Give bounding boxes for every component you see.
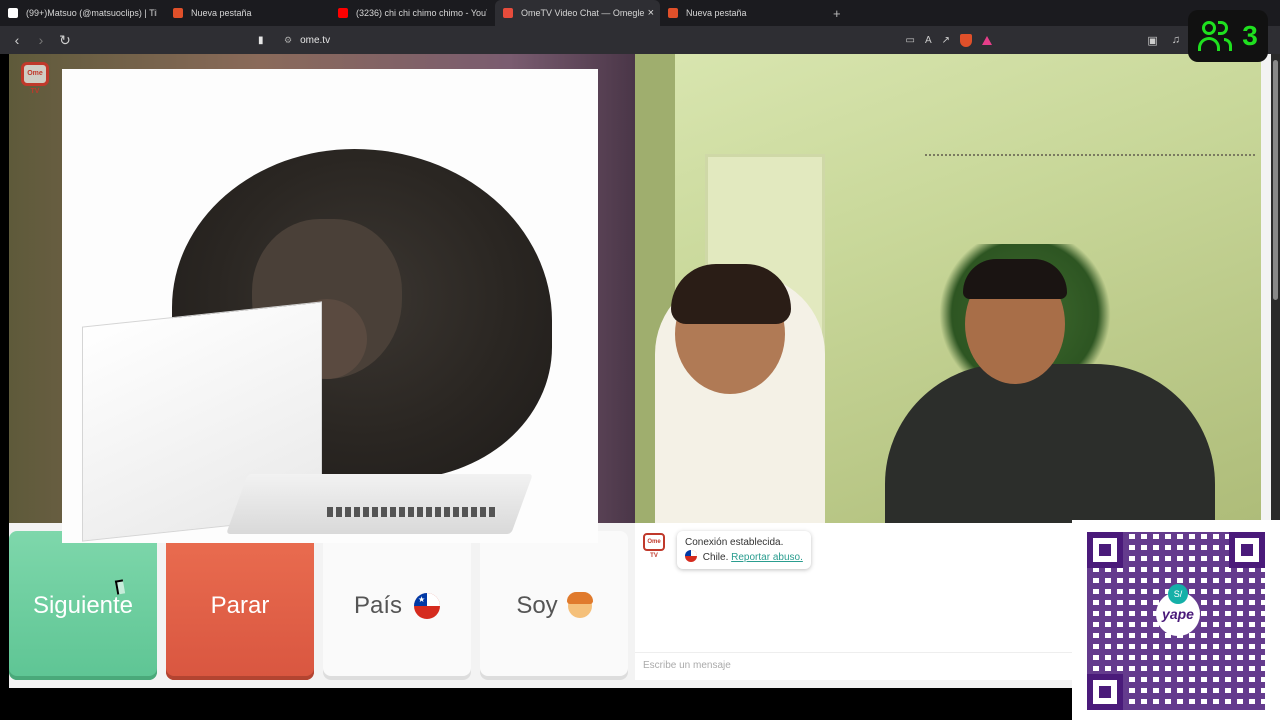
- ometv-icon: [503, 8, 513, 18]
- brave-shield-icon[interactable]: [960, 33, 972, 47]
- url-text: ome.tv: [300, 34, 331, 46]
- tab-ometv[interactable]: OmeTV Video Chat — Omegle ×: [495, 0, 660, 26]
- people-icon: [1198, 18, 1234, 54]
- report-abuse-link[interactable]: Reportar abuso.: [731, 552, 803, 563]
- gender-button-label: Soy: [516, 591, 558, 619]
- yape-symbol: S/: [1168, 584, 1188, 604]
- new-tab-button[interactable]: +: [833, 6, 841, 21]
- ometv-chat-logo: Ome TV: [643, 533, 665, 559]
- remote-video: [635, 54, 1261, 523]
- chimp-laptop-overlay: [62, 69, 598, 543]
- scrollbar-thumb[interactable]: [1273, 60, 1278, 300]
- gender-button[interactable]: Soy: [480, 531, 628, 680]
- bookmark-icon[interactable]: ▮: [258, 35, 268, 46]
- control-buttons: Siguiente Parar País ★ Soy: [9, 531, 635, 680]
- tab-bar: (99+)Matsuo (@matsuoclips) | TikTok Nuev…: [0, 0, 1280, 26]
- forward-icon[interactable]: ›: [34, 32, 48, 48]
- tab-youtube[interactable]: (3236) chi chi chimo chimo - YouTube: [330, 0, 495, 26]
- back-icon[interactable]: ‹: [10, 32, 24, 48]
- tab-title: (99+)Matsuo (@matsuoclips) | TikTok: [26, 8, 157, 18]
- tab-new-1[interactable]: Nueva pestaña: [165, 0, 330, 26]
- partner-country: Chile.: [702, 552, 729, 563]
- tab-title: Nueva pestaña: [686, 8, 747, 18]
- brave-icon: [173, 8, 183, 18]
- tab-new-2[interactable]: Nueva pestaña: [660, 0, 825, 26]
- boy-emoji-icon: [566, 591, 593, 618]
- country-button-label: País: [353, 591, 403, 619]
- viewer-count: 3: [1242, 20, 1258, 51]
- chat-panel: Ome TV Conexión establecida. Chile. Repo…: [635, 523, 1075, 680]
- sidebar-icon[interactable]: ▣: [1147, 34, 1157, 47]
- chile-flag-icon: [685, 550, 697, 562]
- address-bar[interactable]: ▮ ⚙ ome.tv ▭ A ↗: [255, 30, 1000, 50]
- stop-button[interactable]: Parar: [166, 531, 314, 680]
- youtube-icon: [338, 8, 348, 18]
- stop-button-label: Parar: [210, 591, 270, 619]
- yape-qr-code: yape S/: [1072, 520, 1280, 720]
- next-button[interactable]: Siguiente: [9, 531, 157, 680]
- viewer-count-badge: 3: [1188, 10, 1268, 62]
- message-input[interactable]: Escribe un mensaje: [635, 652, 1075, 678]
- country-button[interactable]: País ★: [323, 531, 471, 680]
- browser-toolbar: ‹ › ↻ ▮ ⚙ ome.tv ▭ A ↗ ▣ ♫: [0, 26, 1280, 54]
- site-info-icon[interactable]: ⚙: [284, 35, 292, 46]
- brave-rewards-icon[interactable]: [982, 35, 992, 45]
- tab-title: (3236) chi chi chimo chimo - YouTube: [356, 8, 487, 18]
- tab-tiktok[interactable]: (99+)Matsuo (@matsuoclips) | TikTok: [0, 0, 165, 26]
- reload-icon[interactable]: ↻: [58, 32, 72, 49]
- close-icon[interactable]: ×: [648, 7, 654, 19]
- chile-flag-icon: ★: [414, 592, 441, 619]
- translate-icon[interactable]: A: [925, 35, 932, 46]
- next-button-label: Siguiente: [32, 591, 134, 619]
- remote-person-right: [885, 364, 1215, 523]
- cast-icon[interactable]: ▭: [905, 35, 914, 46]
- tab-title: Nueva pestaña: [191, 8, 252, 18]
- music-icon[interactable]: ♫: [1172, 34, 1180, 47]
- share-icon[interactable]: ↗: [942, 35, 950, 46]
- system-message: Conexión establecida. Chile. Reportar ab…: [677, 531, 811, 569]
- brave-icon: [668, 8, 678, 18]
- tiktok-icon: [8, 8, 18, 18]
- connection-status: Conexión establecida.: [685, 537, 784, 548]
- tab-title: OmeTV Video Chat — Omegle: [521, 8, 645, 18]
- ometv-logo: Ome TV: [21, 62, 49, 95]
